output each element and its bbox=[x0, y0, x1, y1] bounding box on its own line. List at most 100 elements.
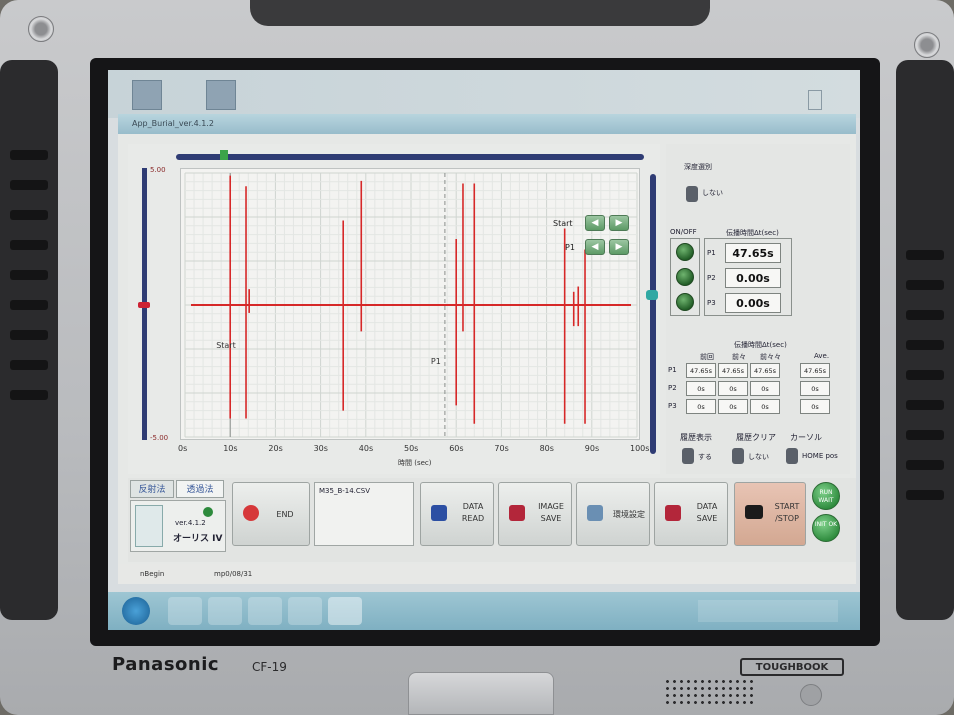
x-tick: 20s bbox=[268, 444, 283, 453]
history-header: 伝播時間Δt(sec) bbox=[734, 341, 787, 349]
image-save-button[interactable]: IMAGE SAVE bbox=[498, 482, 572, 546]
history-row-label: P2 bbox=[668, 384, 677, 392]
measurement-panel: 深度選別 しない ON/OFF 伝播時間Δt(sec) P1 47.65s P2… bbox=[666, 144, 850, 474]
model-label: CF-19 bbox=[252, 660, 287, 674]
marker-start-label: Start bbox=[216, 341, 236, 350]
history-cell: 0s bbox=[750, 399, 780, 414]
data-read-button[interactable]: DATA READ bbox=[420, 482, 494, 546]
x-tick: 40s bbox=[358, 444, 374, 453]
history-cell: 0s bbox=[718, 381, 748, 396]
x-tick: 10s bbox=[223, 444, 238, 453]
brand-logo: Panasonic bbox=[112, 654, 220, 675]
settings-button[interactable]: 環境設定 bbox=[576, 482, 650, 546]
y-tick-min: -5.00 bbox=[150, 434, 169, 442]
offset-slider-thumb[interactable] bbox=[138, 302, 150, 308]
taskbar-media-icon[interactable] bbox=[248, 597, 282, 625]
status-led-icon bbox=[203, 507, 213, 517]
start-right-button[interactable]: ▶ bbox=[609, 215, 629, 231]
history-clear-label: 履歴クリア bbox=[736, 433, 776, 442]
history-display-switch[interactable] bbox=[682, 448, 694, 464]
history-ave-cell: 0s bbox=[800, 381, 830, 396]
start-nav-label: Start bbox=[553, 219, 573, 228]
time-slider-track[interactable] bbox=[176, 154, 644, 160]
taskbar-app-icon[interactable] bbox=[208, 597, 242, 625]
x-tick: 50s bbox=[404, 444, 419, 453]
tab-reflection[interactable]: 反射法 bbox=[130, 480, 174, 498]
control-panel: 反射法 透過法 ver.4.1.2 オーリス IV END M35_B-14.C… bbox=[128, 478, 856, 562]
history-cell: 0s bbox=[686, 381, 716, 396]
system-tray[interactable] bbox=[698, 600, 838, 622]
recycle-bin-icon[interactable] bbox=[132, 80, 162, 110]
propagation-header: 伝播時間Δt(sec) bbox=[726, 229, 779, 237]
tab-transmission[interactable]: 透過法 bbox=[176, 480, 224, 498]
cursor-switch[interactable] bbox=[786, 448, 798, 464]
speaker-grille bbox=[664, 678, 756, 708]
start-stop-button[interactable]: START /STOP bbox=[734, 482, 806, 546]
p1-value: 47.65s bbox=[725, 243, 781, 263]
start-orb-icon[interactable] bbox=[122, 597, 150, 625]
settings-label: 環境設定 bbox=[613, 510, 645, 519]
status-left: nBegin bbox=[140, 570, 165, 578]
x-tick: 90s bbox=[584, 444, 600, 453]
left-rubber-grip bbox=[0, 60, 58, 620]
history-cell: 47.65s bbox=[750, 363, 780, 378]
taskbar-active-app-icon[interactable] bbox=[328, 597, 362, 625]
x-tick: 60s bbox=[449, 444, 464, 453]
history-cell: 0s bbox=[686, 399, 716, 414]
onoff-label: ON/OFF bbox=[670, 228, 697, 236]
depth-select-switch[interactable] bbox=[686, 186, 698, 202]
marker-p1-label: P1 bbox=[430, 357, 441, 366]
x-tick: 30s bbox=[313, 444, 328, 453]
window-title: App_Burial_ver.4.1.2 bbox=[132, 119, 214, 128]
screw-icon bbox=[914, 32, 940, 58]
time-slider-thumb[interactable] bbox=[220, 150, 228, 160]
desktop-file-icon[interactable] bbox=[808, 90, 822, 110]
x-tick: 100s bbox=[630, 444, 650, 453]
end-button[interactable]: END bbox=[232, 482, 310, 546]
history-col-prev: 前回 bbox=[700, 353, 714, 361]
taskbar-folder-icon[interactable] bbox=[168, 597, 202, 625]
gain-slider-track[interactable] bbox=[650, 174, 656, 454]
version-label: ver.4.1.2 bbox=[175, 519, 206, 527]
computer-icon[interactable] bbox=[206, 80, 236, 110]
p2-lamp-button[interactable] bbox=[676, 268, 694, 286]
history-col-ave: Ave. bbox=[814, 352, 830, 360]
status-mid: mp0/08/31 bbox=[214, 570, 253, 578]
history-clear-switch[interactable] bbox=[732, 448, 744, 464]
status-bar: nBegin mp0/08/31 bbox=[118, 564, 856, 584]
init-ok-indicator: INIT OK bbox=[812, 514, 840, 542]
p3-lamp-button[interactable] bbox=[676, 293, 694, 311]
history-ave-cell: 47.65s bbox=[800, 363, 830, 378]
image-save-label: IMAGE SAVE bbox=[538, 502, 564, 523]
cursor-switch-label: HOME pos bbox=[802, 452, 838, 460]
y-tick-max: 5.00 bbox=[150, 166, 166, 174]
data-read-label: DATA READ bbox=[461, 502, 485, 523]
data-save-label: DATA SAVE bbox=[696, 502, 718, 523]
p1-lamp-button[interactable] bbox=[676, 243, 694, 261]
row-label-p2: P2 bbox=[707, 274, 716, 282]
end-button-label: END bbox=[276, 510, 294, 519]
p1-left-button[interactable]: ◀ bbox=[585, 239, 605, 255]
waveform-panel: 5.00 -5.00 Start P1 Start ◀ ▶ P1 ◀ ▶ 0s … bbox=[128, 144, 660, 474]
file-name: M35_B-14.CSV bbox=[319, 487, 371, 495]
history-col-prev3: 前々々 bbox=[760, 353, 781, 361]
depth-select-title: 深度選別 bbox=[684, 163, 712, 171]
p2-value: 0.00s bbox=[725, 268, 781, 288]
product-box: ver.4.1.2 オーリス IV bbox=[130, 500, 226, 552]
power-button[interactable] bbox=[800, 684, 822, 706]
start-left-button[interactable]: ◀ bbox=[585, 215, 605, 231]
x-tick: 70s bbox=[494, 444, 509, 453]
p1-right-button[interactable]: ▶ bbox=[609, 239, 629, 255]
screen: App_Burial_ver.4.1.2 5.00 -5.00 Start P1… bbox=[108, 70, 860, 630]
row-label-p1: P1 bbox=[707, 249, 716, 257]
play-stop-icon bbox=[745, 505, 763, 519]
x-tick: 0s bbox=[178, 444, 188, 453]
taskbar-browser-icon[interactable] bbox=[288, 597, 322, 625]
history-row-label: P1 bbox=[668, 366, 677, 374]
history-display-switch-label: する bbox=[698, 453, 712, 461]
gain-slider-thumb[interactable] bbox=[646, 290, 658, 300]
history-cell: 47.65s bbox=[686, 363, 716, 378]
data-save-button[interactable]: DATA SAVE bbox=[654, 482, 728, 546]
history-clear-switch-label: しない bbox=[748, 453, 769, 461]
history-cell: 0s bbox=[750, 381, 780, 396]
